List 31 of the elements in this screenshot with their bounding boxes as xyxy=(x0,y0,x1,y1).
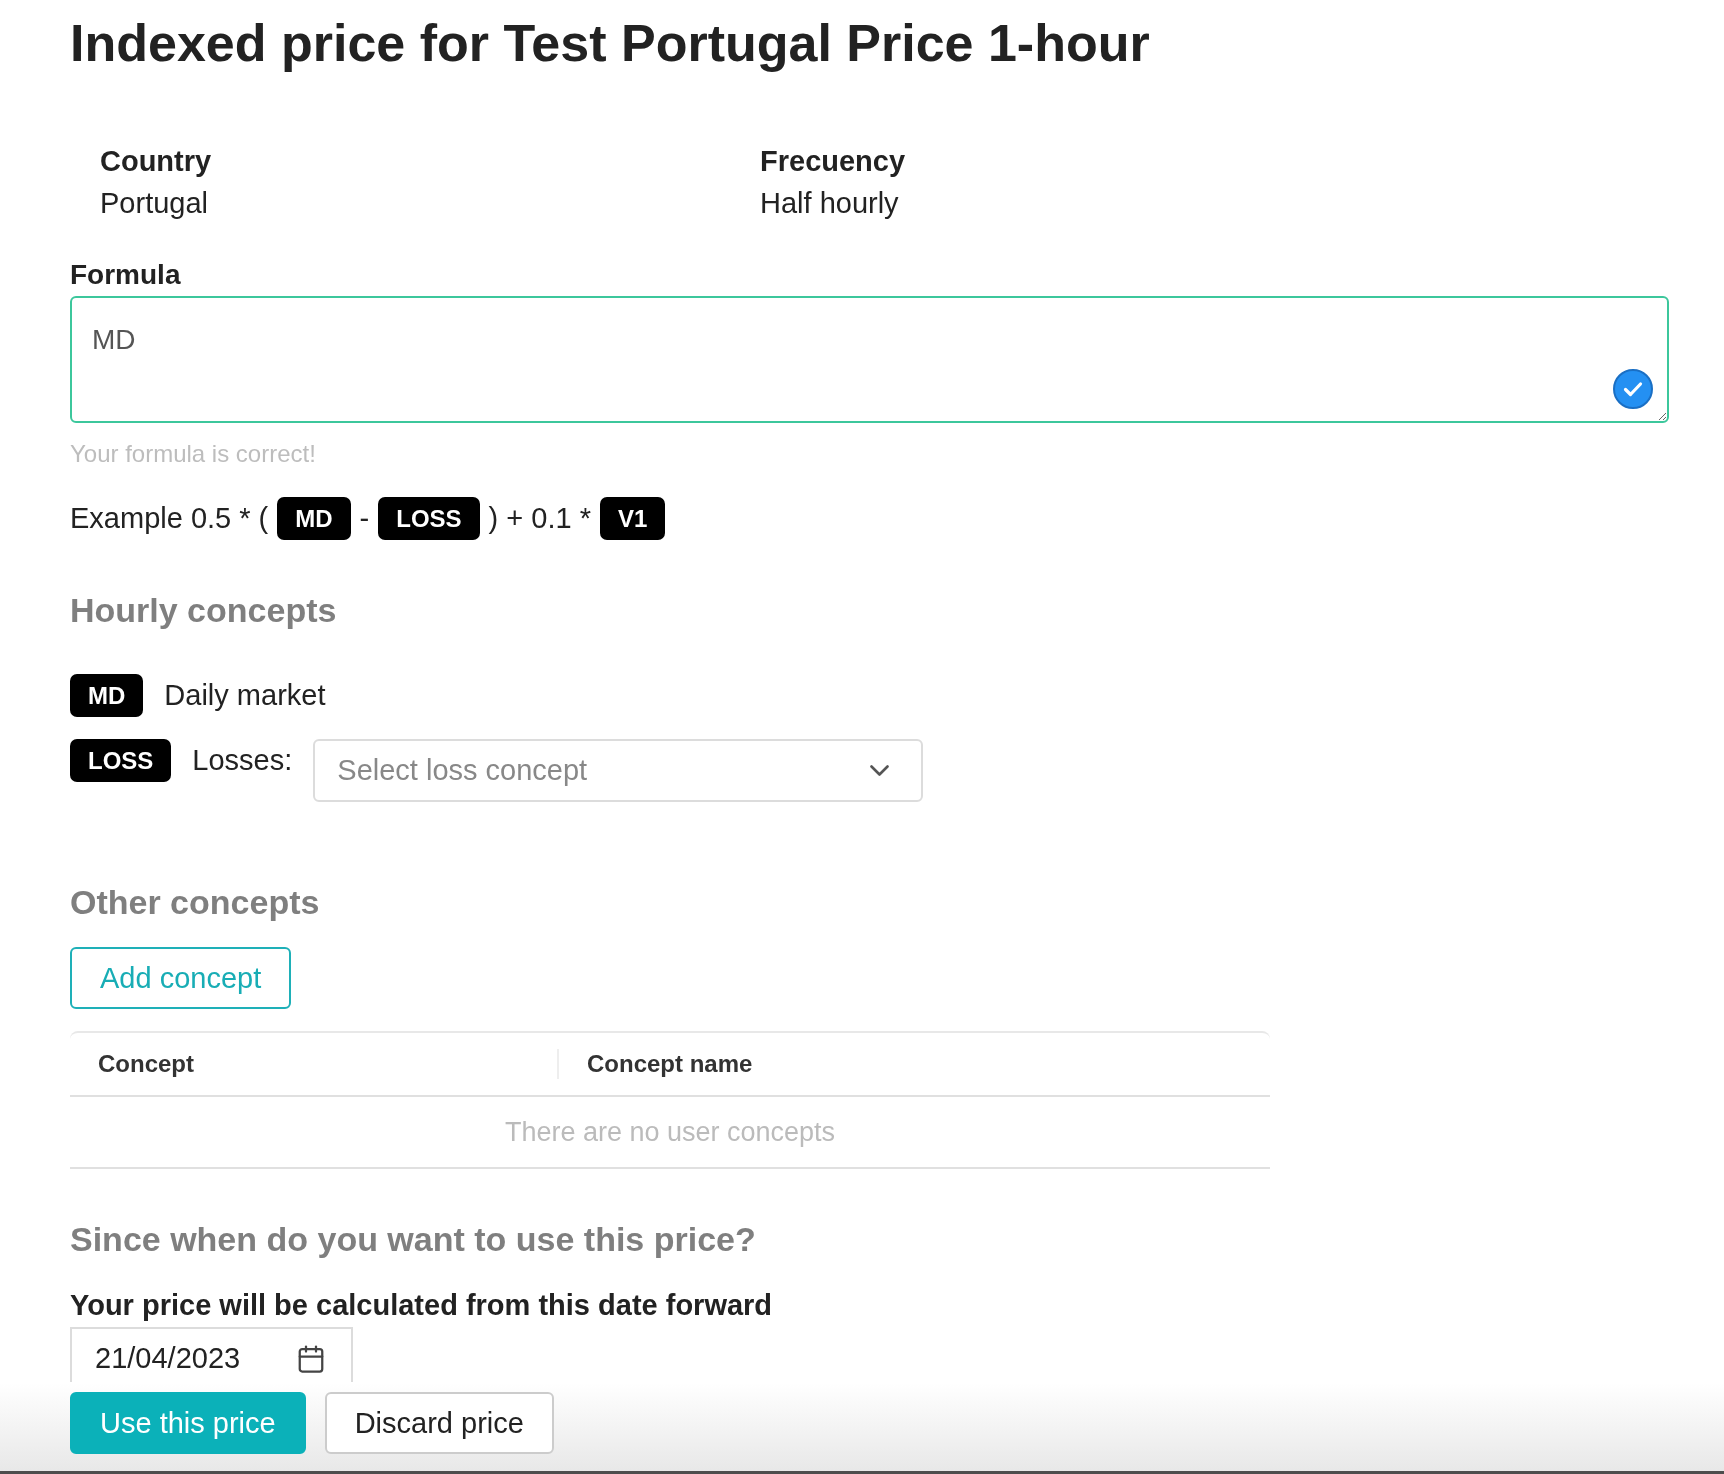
validation-message: Your formula is correct! xyxy=(70,439,316,469)
detail-value: Portugal xyxy=(100,186,209,221)
discard-price-button[interactable]: Discard price xyxy=(324,1392,554,1454)
column-header: Concept xyxy=(97,1049,195,1079)
concept-tag: LOSS xyxy=(378,497,480,540)
empty-table-message: There are no user concepts xyxy=(70,1097,1270,1169)
detail-label: Frecuency xyxy=(760,144,907,179)
detail-value: Half hourly xyxy=(760,186,900,221)
section-heading: Other concepts xyxy=(70,882,320,923)
field-label: Your price will be calculated from this date forward xyxy=(70,1288,773,1323)
concept-label: Losses: xyxy=(192,743,293,778)
detail-label: Country xyxy=(100,144,213,179)
formula-example-text: ) + 0.1 * xyxy=(488,501,591,536)
section-heading: Hourly concepts xyxy=(70,590,337,631)
concept-description: Daily market xyxy=(164,678,326,713)
date-field[interactable]: 21/04/2023 xyxy=(70,1327,353,1382)
field-label: Formula xyxy=(70,258,181,292)
loss-concept-select[interactable]: Select loss concept xyxy=(313,739,924,802)
page-title: Indexed price for Test Portugal Price 1-hour xyxy=(70,13,1150,74)
concept-tag: MD xyxy=(70,674,144,717)
check-circle-icon xyxy=(1613,369,1653,409)
concept-tag: LOSS xyxy=(70,739,172,782)
calendar-icon xyxy=(296,1343,326,1374)
column-header: Concept name xyxy=(557,1033,1270,1095)
chevron-down-icon xyxy=(870,765,890,776)
section-heading: Since when do you want to use this price? xyxy=(70,1219,756,1260)
formula-example-text: Example 0.5 * ( xyxy=(70,501,269,536)
formula-field[interactable]: MD xyxy=(70,296,1669,423)
concept-tag: V1 xyxy=(600,497,666,540)
formula-example-text: - xyxy=(359,501,370,536)
concept-tag: MD xyxy=(277,497,351,540)
